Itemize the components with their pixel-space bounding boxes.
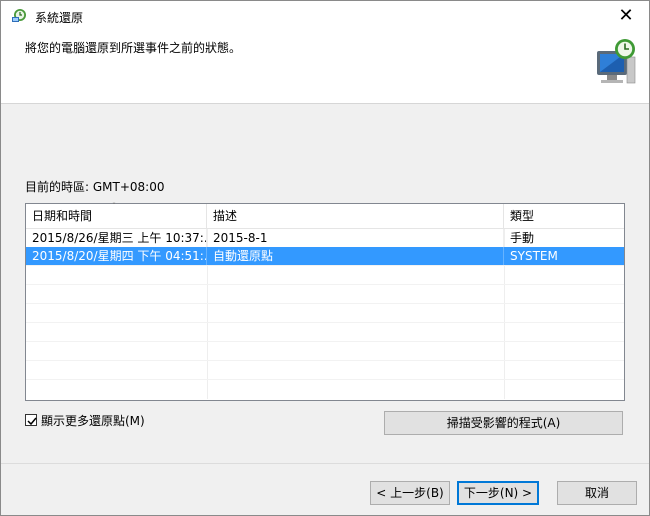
empty-row <box>26 322 624 341</box>
checkmark-icon <box>27 417 37 426</box>
restore-points-list[interactable]: ˇ 日期和時間 描述 類型 2015/8/26/星期三 上午 10:37:...… <box>25 203 625 401</box>
header-panel: 將您的電腦還原到所選事件之前的狀態。 <box>1 31 649 104</box>
list-rows: 2015/8/26/星期三 上午 10:37:... 2015-8-1 手動 2… <box>26 229 624 398</box>
column-header-type[interactable]: 類型 <box>504 204 624 228</box>
scan-affected-programs-button[interactable]: 掃描受影響的程式(A) <box>384 411 623 435</box>
system-restore-icon <box>11 8 27 24</box>
row-description: 自動還原點 <box>207 247 504 265</box>
header-instruction: 將您的電腦還原到所選事件之前的狀態。 <box>25 41 242 55</box>
window-title: 系統還原 <box>35 11 84 25</box>
row-type: SYSTEM <box>510 249 558 263</box>
system-restore-window: 系統還原 ✕ 將您的電腦還原到所選事件之前的狀態。 目前的時區: GMT+08:… <box>0 0 650 516</box>
back-button[interactable]: < 上一步(B) <box>370 481 450 505</box>
empty-row <box>26 303 624 322</box>
timezone-label: 目前的時區: GMT+08:00 <box>25 180 165 194</box>
empty-row <box>26 284 624 303</box>
title-bar[interactable]: 系統還原 ✕ <box>1 1 649 31</box>
next-button[interactable]: 下一步(N) > <box>457 481 539 505</box>
empty-row <box>26 341 624 360</box>
close-icon: ✕ <box>618 5 634 26</box>
list-header: ˇ 日期和時間 描述 類型 <box>26 202 624 229</box>
restore-computer-icon <box>595 37 641 87</box>
table-row-selected[interactable]: 2015/8/20/星期四 下午 04:51:... 自動還原點 SYSTEM <box>26 247 624 265</box>
column-header-type-label: 類型 <box>510 209 535 223</box>
column-header-description-label: 描述 <box>213 209 238 223</box>
row-description: 2015-8-1 <box>207 229 504 247</box>
footer-divider <box>1 463 649 464</box>
show-more-checkbox[interactable] <box>25 414 37 426</box>
cancel-button[interactable]: 取消 <box>557 481 637 505</box>
empty-row <box>26 265 624 284</box>
row-type: 手動 <box>510 231 535 245</box>
column-header-date-label: 日期和時間 <box>32 209 93 223</box>
row-date: 2015/8/26/星期三 上午 10:37:... <box>26 229 207 247</box>
column-header-date[interactable]: ˇ 日期和時間 <box>26 202 207 228</box>
close-button[interactable]: ✕ <box>603 1 649 31</box>
empty-row <box>26 360 624 379</box>
row-date: 2015/8/20/星期四 下午 04:51:... <box>26 247 207 265</box>
column-header-description[interactable]: 描述 <box>207 204 504 228</box>
empty-row <box>26 379 624 398</box>
show-more-label: 顯示更多還原點(M) <box>41 414 145 428</box>
sort-indicator-icon: ˇ <box>112 202 116 211</box>
table-row[interactable]: 2015/8/26/星期三 上午 10:37:... 2015-8-1 手動 <box>26 229 624 247</box>
